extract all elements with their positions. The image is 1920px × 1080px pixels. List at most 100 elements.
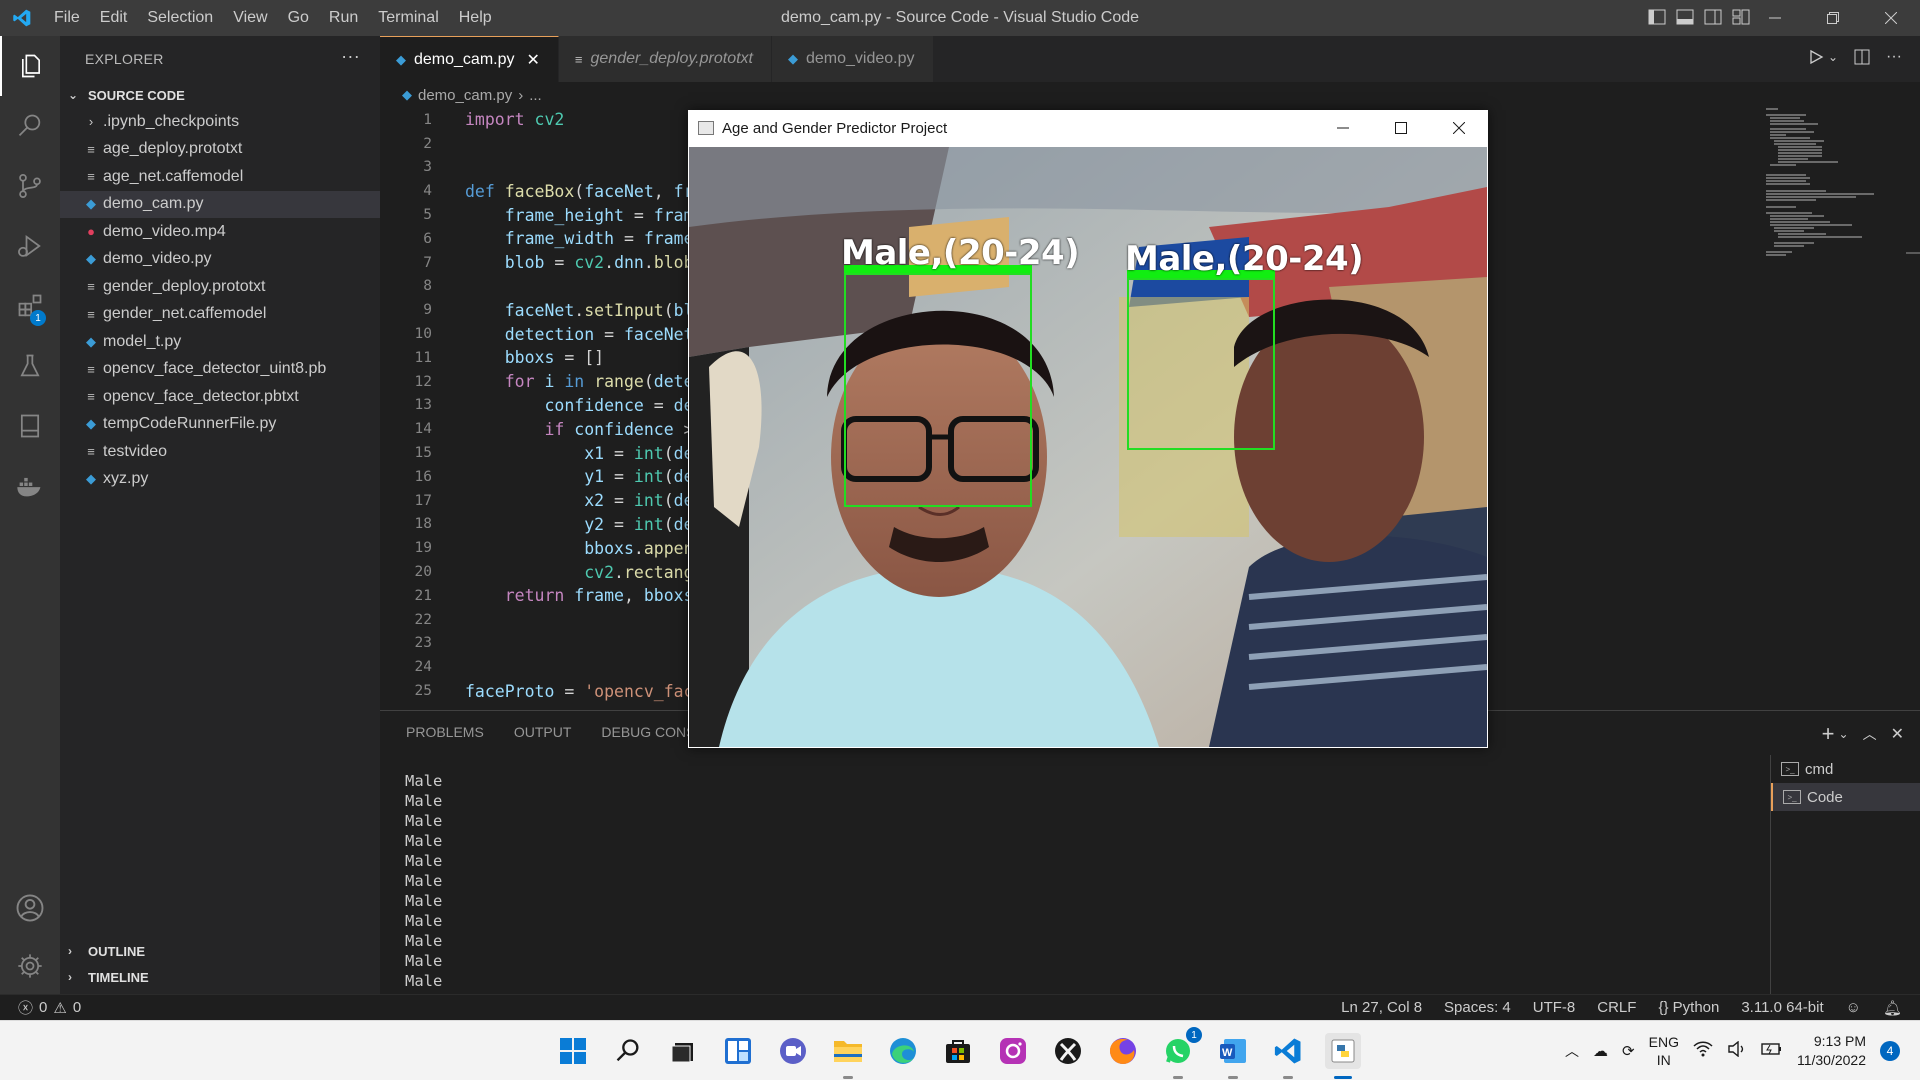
file-item[interactable]: ≡ opencv_face_detector_uint8.pb	[60, 356, 380, 384]
extensions-icon[interactable]: 1	[0, 276, 60, 336]
file-item[interactable]: ● demo_video.mp4	[60, 218, 380, 246]
file-explorer-icon[interactable]	[830, 1033, 866, 1079]
testing-icon[interactable]	[0, 336, 60, 396]
wifi-icon[interactable]	[1693, 1041, 1713, 1061]
maximize-panel-icon[interactable]: ︿	[1863, 724, 1877, 744]
menu-item-edit[interactable]: Edit	[90, 0, 138, 36]
firefox-icon[interactable]	[1105, 1033, 1141, 1069]
tab-gender-deploy[interactable]: ≡ gender_deploy.prototxt	[558, 36, 772, 82]
task-view-icon[interactable]	[665, 1033, 701, 1069]
instagram-icon[interactable]	[995, 1033, 1031, 1069]
notification-count[interactable]: 4	[1880, 1041, 1900, 1061]
outline-section[interactable]: › OUTLINE	[60, 938, 380, 964]
battery-icon[interactable]	[1761, 1041, 1783, 1061]
file-item[interactable]: ◆ demo_cam.py	[60, 190, 380, 218]
source-control-icon[interactable]	[0, 156, 60, 216]
feedback-icon[interactable]: ☺	[1846, 999, 1861, 1016]
tab-demo-cam[interactable]: ◆ demo_cam.py ✕	[380, 36, 559, 82]
file-item[interactable]: ◆ model_t.py	[60, 328, 380, 356]
close-panel-icon[interactable]: ✕	[1891, 724, 1904, 744]
restore-button[interactable]	[1804, 0, 1862, 36]
close-button[interactable]	[1862, 0, 1920, 36]
file-item[interactable]: ◆ xyz.py	[60, 466, 380, 494]
maximize-button[interactable]	[1372, 110, 1430, 146]
breadcrumb-file[interactable]: demo_cam.py	[418, 87, 512, 104]
file-item[interactable]: ◆ tempCodeRunnerFile.py	[60, 411, 380, 439]
more-actions-icon[interactable]: ···	[1886, 48, 1902, 66]
gear-icon[interactable]	[0, 936, 60, 996]
line-endings[interactable]: CRLF	[1597, 999, 1636, 1016]
menu-item-help[interactable]: Help	[449, 0, 502, 36]
tab-problems[interactable]: PROBLEMS	[406, 724, 484, 740]
menu-item-file[interactable]: File	[44, 0, 90, 36]
scrollbar-thumb[interactable]	[1906, 252, 1920, 254]
minimap[interactable]	[1764, 106, 1874, 276]
search-icon[interactable]	[0, 96, 60, 156]
search-icon[interactable]	[610, 1033, 646, 1069]
accounts-icon[interactable]	[0, 878, 60, 938]
widgets-icon[interactable]	[720, 1033, 756, 1069]
word-icon[interactable]: W	[1215, 1033, 1251, 1079]
file-item[interactable]: ≡ age_deploy.prototxt	[60, 136, 380, 164]
explorer-icon[interactable]	[0, 36, 60, 96]
start-icon[interactable]	[555, 1033, 591, 1069]
run-debug-icon[interactable]	[0, 216, 60, 276]
docker-icon[interactable]	[0, 456, 60, 516]
menu-item-terminal[interactable]: Terminal	[368, 0, 448, 36]
chevron-down-icon[interactable]: ⌄	[1828, 50, 1838, 64]
volume-icon[interactable]	[1727, 1040, 1747, 1061]
python-interpreter[interactable]: 3.11.0 64-bit	[1741, 999, 1823, 1016]
source-code-section[interactable]: ⌄ SOURCE CODE	[60, 82, 380, 108]
close-icon[interactable]: ✕	[527, 50, 540, 70]
chevron-down-icon[interactable]: ⌄	[1839, 727, 1849, 741]
terminal-item-cmd[interactable]: >_ cmd	[1771, 755, 1920, 783]
file-item[interactable]: ≡ testvideo	[60, 438, 380, 466]
vscode-icon[interactable]	[1270, 1033, 1306, 1079]
toggle-panel-icon[interactable]	[1676, 8, 1694, 26]
toggle-sidebar-icon[interactable]	[1648, 8, 1666, 26]
encoding[interactable]: UTF-8	[1533, 999, 1576, 1016]
indentation[interactable]: Spaces: 4	[1444, 999, 1511, 1016]
more-actions-icon[interactable]: ···	[341, 46, 360, 67]
menu-item-go[interactable]: Go	[278, 0, 319, 36]
split-editor-icon[interactable]	[1854, 49, 1870, 65]
tab-demo-video[interactable]: ◆ demo_video.py	[771, 36, 934, 82]
clock[interactable]: 9:13 PM 11/30/2022	[1797, 1032, 1866, 1070]
file-item[interactable]: ≡ age_net.caffemodel	[60, 163, 380, 191]
minimize-button[interactable]	[1314, 110, 1372, 146]
chevron-up-icon[interactable]: ︿	[1565, 1041, 1579, 1061]
camera-window[interactable]: Age and Gender Predictor Project Male,(2…	[688, 110, 1488, 748]
minimize-button[interactable]	[1746, 0, 1804, 36]
camera-window-titlebar[interactable]: Age and Gender Predictor Project	[688, 110, 1488, 146]
chat-icon[interactable]	[775, 1033, 811, 1069]
remote-explorer-icon[interactable]	[0, 396, 60, 456]
whatsapp-icon[interactable]: 1	[1160, 1027, 1202, 1079]
new-terminal-icon[interactable]: +	[1822, 721, 1835, 747]
terminal-item-code[interactable]: >_ Code	[1771, 783, 1920, 811]
sync-icon[interactable]: ⟳	[1622, 1042, 1635, 1060]
file-item[interactable]: ◆ demo_video.py	[60, 246, 380, 274]
toggle-secondary-sidebar-icon[interactable]	[1704, 8, 1722, 26]
timeline-section[interactable]: › TIMELINE	[60, 964, 380, 990]
menu-item-view[interactable]: View	[223, 0, 277, 36]
cursor-position[interactable]: Ln 27, Col 8	[1341, 999, 1422, 1016]
file-item[interactable]: ≡ gender_net.caffemodel	[60, 301, 380, 329]
language-indicator[interactable]: ENG IN	[1649, 1033, 1679, 1069]
language-mode[interactable]: {} Python	[1658, 999, 1719, 1016]
bell-icon[interactable]: 🔔︎	[1883, 999, 1902, 1017]
terminal-output[interactable]: Male Male Male Male Male Male Male Male Male Male…	[405, 771, 442, 991]
python-icon[interactable]	[1325, 1033, 1361, 1079]
store-icon[interactable]	[940, 1033, 976, 1069]
tab-output[interactable]: OUTPUT	[514, 724, 572, 740]
breadcrumb-rest[interactable]: ...	[529, 87, 542, 104]
problems-status[interactable]: ⓧ 0 ⚠ 0	[0, 997, 81, 1018]
onedrive-icon[interactable]: ☁	[1593, 1042, 1608, 1060]
xbox-icon[interactable]	[1050, 1033, 1086, 1069]
file-item[interactable]: ≡ opencv_face_detector.pbtxt	[60, 383, 380, 411]
run-icon[interactable]	[1808, 49, 1824, 65]
menu-item-selection[interactable]: Selection	[137, 0, 223, 36]
file-item[interactable]: ≡ gender_deploy.prototxt	[60, 273, 380, 301]
menu-item-run[interactable]: Run	[319, 0, 368, 36]
file-item[interactable]: › .ipynb_checkpoints	[60, 108, 380, 136]
edge-icon[interactable]	[885, 1033, 921, 1069]
